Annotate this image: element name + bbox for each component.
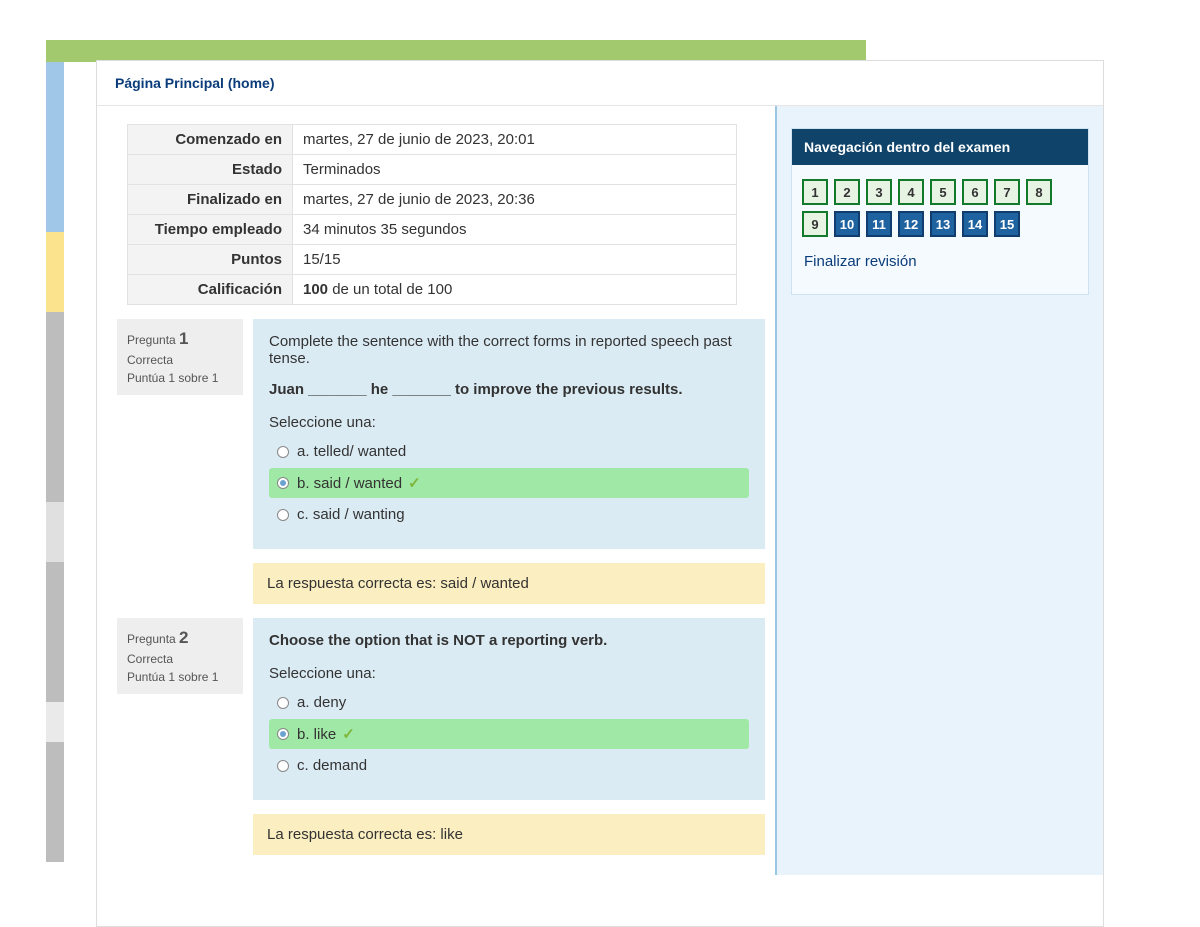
summary-label: Estado	[128, 155, 293, 185]
radio-icon	[277, 760, 289, 772]
question-row: Pregunta 2 Correcta Puntúa 1 sobre 1 Choose…	[117, 618, 765, 855]
decorative-left-stripes	[46, 40, 64, 920]
summary-row: Comenzado enmartes, 27 de junio de 2023,…	[128, 125, 737, 155]
main-panel: Página Principal (home) Comenzado enmart…	[96, 60, 1104, 927]
select-one-label: Seleccione una:	[269, 414, 749, 431]
finish-review-link[interactable]: Finalizar revisión	[792, 243, 1088, 280]
decorative-stripe	[46, 562, 64, 702]
radio-icon	[277, 697, 289, 709]
quiz-nav-button[interactable]: 13	[930, 211, 956, 237]
quiz-nav-button[interactable]: 9	[802, 211, 828, 237]
question-prompt: Complete the sentence with the correct f…	[269, 333, 749, 367]
question-body: Complete the sentence with the correct f…	[253, 319, 765, 549]
answer-option[interactable]: a. deny	[269, 688, 749, 717]
attempt-summary-table: Comenzado enmartes, 27 de junio de 2023,…	[127, 124, 737, 305]
summary-label: Comenzado en	[128, 125, 293, 155]
decorative-stripe	[46, 702, 64, 742]
question-feedback: La respuesta correcta es: like	[253, 814, 765, 855]
decorative-stripe	[46, 312, 64, 502]
summary-value: 34 minutos 35 segundos	[293, 215, 737, 245]
question-number: Pregunta 1	[127, 329, 233, 349]
quiz-nav-button[interactable]: 10	[834, 211, 860, 237]
question-row: Pregunta 1 Correcta Puntúa 1 sobre 1 Comple…	[117, 319, 765, 604]
quiz-nav-button[interactable]: 4	[898, 179, 924, 205]
summary-value: 100 de un total de 100	[293, 275, 737, 305]
answer-option[interactable]: a. telled/ wanted	[269, 437, 749, 466]
question-status: Correcta	[127, 652, 233, 666]
quiz-nav-button[interactable]: 11	[866, 211, 892, 237]
question-body: Choose the option that is NOT a reportin…	[253, 618, 765, 800]
answer-option[interactable]: c. demand	[269, 751, 749, 780]
quiz-nav-button[interactable]: 3	[866, 179, 892, 205]
question-content: Complete the sentence with the correct f…	[253, 319, 765, 604]
quiz-navigation-block: Navegación dentro del examen 12345678 910…	[791, 128, 1089, 295]
quiz-nav-button[interactable]: 5	[930, 179, 956, 205]
summary-value: Terminados	[293, 155, 737, 185]
question-points: Puntúa 1 sobre 1	[127, 371, 233, 385]
quiz-nav-button[interactable]: 12	[898, 211, 924, 237]
check-icon: ✓	[342, 725, 355, 743]
select-one-label: Seleccione una:	[269, 665, 749, 682]
quiz-nav-button[interactable]: 1	[802, 179, 828, 205]
summary-row: EstadoTerminados	[128, 155, 737, 185]
quiz-nav-button[interactable]: 15	[994, 211, 1020, 237]
question-feedback: La respuesta correcta es: said / wanted	[253, 563, 765, 604]
summary-row: Finalizado enmartes, 27 de junio de 2023…	[128, 185, 737, 215]
summary-value: martes, 27 de junio de 2023, 20:36	[293, 185, 737, 215]
answer-text: a. telled/ wanted	[297, 443, 406, 460]
question-stem: Juan _______ he _______ to improve the p…	[269, 381, 749, 398]
question-stem: Choose the option that is NOT a reportin…	[269, 632, 749, 649]
radio-icon	[277, 446, 289, 458]
decorative-stripe	[46, 502, 64, 562]
summary-value: 15/15	[293, 245, 737, 275]
answer-option[interactable]: b. like ✓	[269, 719, 749, 749]
summary-label: Tiempo empleado	[128, 215, 293, 245]
quiz-nav-button[interactable]: 7	[994, 179, 1020, 205]
quiz-nav-grid: 123456789101112131415	[792, 165, 1088, 243]
breadcrumb-home[interactable]: Página Principal (home)	[97, 61, 1103, 106]
answer-text: b. like	[297, 726, 336, 743]
answer-text: b. said / wanted	[297, 475, 402, 492]
summary-label: Puntos	[128, 245, 293, 275]
radio-icon	[277, 728, 289, 740]
summary-row: Puntos15/15	[128, 245, 737, 275]
check-icon: ✓	[408, 474, 421, 492]
answer-option[interactable]: b. said / wanted ✓	[269, 468, 749, 498]
decorative-stripe	[46, 62, 64, 232]
question-number: Pregunta 2	[127, 628, 233, 648]
summary-row: Calificación100 de un total de 100	[128, 275, 737, 305]
question-info: Pregunta 1 Correcta Puntúa 1 sobre 1	[117, 319, 243, 395]
summary-value: martes, 27 de junio de 2023, 20:01	[293, 125, 737, 155]
question-points: Puntúa 1 sobre 1	[127, 670, 233, 684]
answer-text: c. said / wanting	[297, 506, 405, 523]
main-column: Comenzado enmartes, 27 de junio de 2023,…	[97, 106, 777, 875]
sidebar: Navegación dentro del examen 12345678 910…	[777, 106, 1103, 875]
quiz-nav-button[interactable]: 6	[962, 179, 988, 205]
decorative-stripe	[46, 742, 64, 862]
answer-option[interactable]: c. said / wanting	[269, 500, 749, 529]
summary-row: Tiempo empleado34 minutos 35 segundos	[128, 215, 737, 245]
quiz-nav-button[interactable]: 8	[1026, 179, 1052, 205]
summary-label: Finalizado en	[128, 185, 293, 215]
radio-icon	[277, 509, 289, 521]
answer-text: c. demand	[297, 757, 367, 774]
answer-text: a. deny	[297, 694, 346, 711]
decorative-stripe	[46, 232, 64, 312]
quiz-nav-button[interactable]: 2	[834, 179, 860, 205]
decorative-top-bar	[46, 40, 866, 62]
radio-icon	[277, 477, 289, 489]
summary-label: Calificación	[128, 275, 293, 305]
quiz-nav-button[interactable]: 14	[962, 211, 988, 237]
question-info: Pregunta 2 Correcta Puntúa 1 sobre 1	[117, 618, 243, 694]
question-content: Choose the option that is NOT a reportin…	[253, 618, 765, 855]
question-status: Correcta	[127, 353, 233, 367]
decorative-stripe	[46, 40, 64, 62]
quiz-nav-title: Navegación dentro del examen	[792, 129, 1088, 165]
